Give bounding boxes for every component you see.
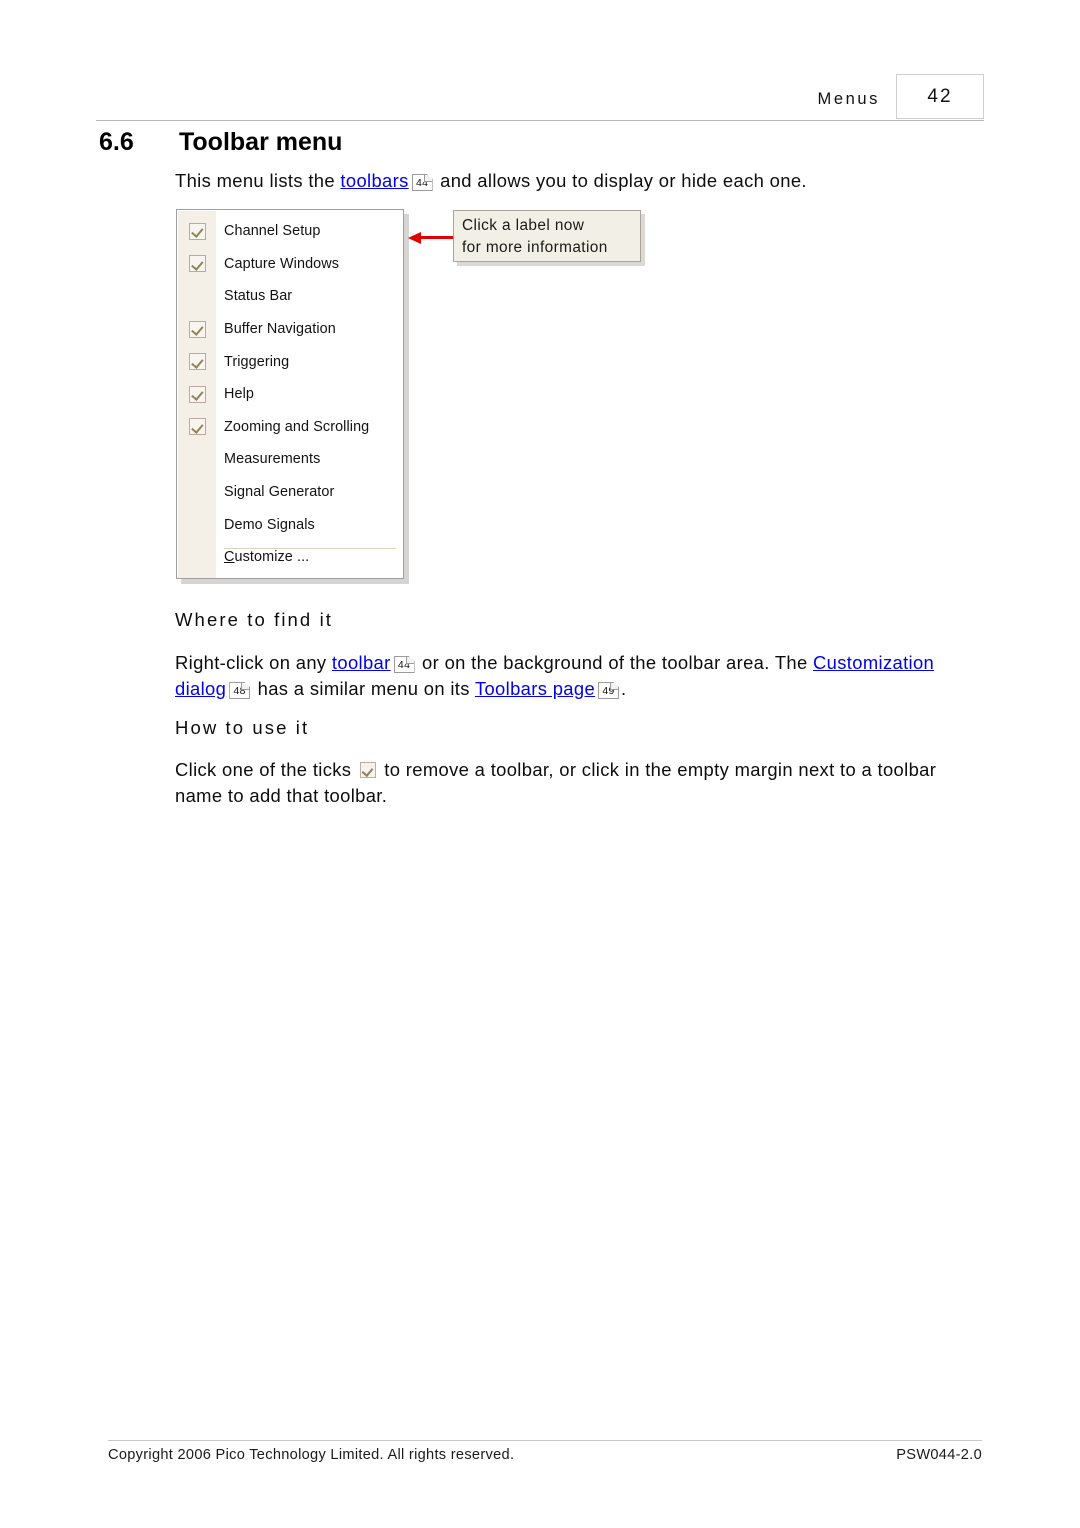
header-page-number: 42 (896, 74, 984, 119)
callout-tooltip: Click a label now for more information (453, 210, 641, 262)
footer-document-id: PSW044-2.0 (896, 1447, 982, 1463)
menu-item-measurements[interactable]: Measurements (177, 443, 403, 476)
intro-text-before: This menu lists the (175, 170, 341, 191)
menu-item-customize[interactable]: Customize ... (177, 541, 403, 574)
menu-item-capture-windows[interactable]: Capture Windows (177, 248, 403, 281)
page-jump-marker[interactable]: 44 (411, 174, 433, 191)
menu-item-help[interactable]: Help (177, 378, 403, 411)
menu-item-label: Measurements (224, 451, 321, 468)
toolbar-menu-figure: Channel Setup Capture Windows Status Bar… (176, 209, 409, 584)
page-jump-marker[interactable]: 48 (229, 682, 251, 699)
document-page: Menus 42 6.6 Toolbar menu This menu lists… (0, 0, 1080, 1528)
accelerator-letter: C (224, 549, 235, 566)
menu-item-label: Zooming and Scrolling (224, 418, 370, 435)
link-toolbar[interactable]: toolbar (332, 652, 391, 673)
menu-item-label: Capture Windows (224, 255, 340, 272)
footer-divider (108, 1440, 982, 1441)
how-to-use-it-paragraph: Click one of the ticks to remove a toolb… (175, 757, 965, 809)
link-toolbars-page[interactable]: Toolbars page (475, 678, 595, 699)
menu-item-list: Channel Setup Capture Windows Status Bar… (177, 215, 403, 574)
intro-text-after: and allows you to display or hide each o… (434, 170, 807, 191)
checkbox-checked-icon[interactable] (189, 353, 206, 371)
intro-paragraph: This menu lists the toolbars 44 and allow… (175, 168, 975, 194)
section-heading: 6.6 Toolbar menu (99, 128, 342, 157)
menu-item-buffer-navigation[interactable]: Buffer Navigation (177, 313, 403, 346)
subheading-where-to-find-it: Where to find it (175, 609, 334, 630)
section-title: Toolbar menu (179, 128, 343, 156)
checkbox-checked-icon[interactable] (189, 418, 206, 436)
menu-item-status-bar[interactable]: Status Bar (177, 280, 403, 313)
page-jump-marker[interactable]: 44 (393, 656, 415, 673)
menu-item-label: Help (224, 386, 254, 403)
checkbox-checked-icon[interactable] (189, 222, 206, 240)
checkbox-checked-icon (359, 762, 376, 778)
menu-item-label: Triggering (224, 353, 290, 370)
link-toolbars[interactable]: toolbars (340, 170, 408, 191)
page-jump-marker[interactable]: 49 (598, 682, 620, 699)
header-chapter-title: Menus (817, 90, 880, 108)
where-to-find-it-paragraph: Right-click on any toolbar 44 or on the b… (175, 650, 935, 702)
where-text-part2: or on the background of the toolbar area… (416, 652, 814, 673)
menu-item-triggering[interactable]: Triggering (177, 345, 403, 378)
callout-line-2: for more information (462, 239, 608, 256)
checkbox-checked-icon[interactable] (189, 255, 206, 273)
menu-item-label: Status Bar (224, 288, 293, 305)
subheading-how-to-use-it: How to use it (175, 717, 310, 738)
page-header: Menus 42 (96, 72, 984, 124)
menu-item-channel-setup[interactable]: Channel Setup (177, 215, 403, 248)
checkbox-checked-icon[interactable] (189, 385, 206, 403)
menu-item-signal-generator[interactable]: Signal Generator (177, 476, 403, 509)
toolbar-context-menu[interactable]: Channel Setup Capture Windows Status Bar… (176, 209, 404, 579)
header-divider (96, 120, 984, 121)
menu-item-label: Signal Generator (224, 484, 335, 501)
arrow-head-icon (408, 231, 421, 244)
menu-item-label: Demo Signals (224, 516, 315, 533)
menu-item-label-rest: ustomize ... (234, 549, 310, 566)
how-text-part1: Click one of the ticks (175, 759, 357, 780)
menu-item-label: Customize ... (224, 549, 309, 565)
where-text-part1: Right-click on any (175, 652, 332, 673)
menu-item-demo-signals[interactable]: Demo Signals (177, 508, 403, 541)
menu-item-label: Buffer Navigation (224, 321, 336, 338)
callout-line-1: Click a label now (462, 217, 585, 234)
footer-copyright: Copyright 2006 Pico Technology Limited. … (108, 1447, 515, 1463)
menu-separator (224, 548, 396, 549)
menu-item-zooming-and-scrolling[interactable]: Zooming and Scrolling (177, 411, 403, 444)
where-text-part3: has a similar menu on its (252, 678, 475, 699)
checkbox-checked-icon[interactable] (189, 320, 206, 338)
menu-item-label: Channel Setup (224, 223, 321, 240)
where-text-part4: . (621, 678, 627, 699)
section-number: 6.6 (99, 128, 134, 156)
